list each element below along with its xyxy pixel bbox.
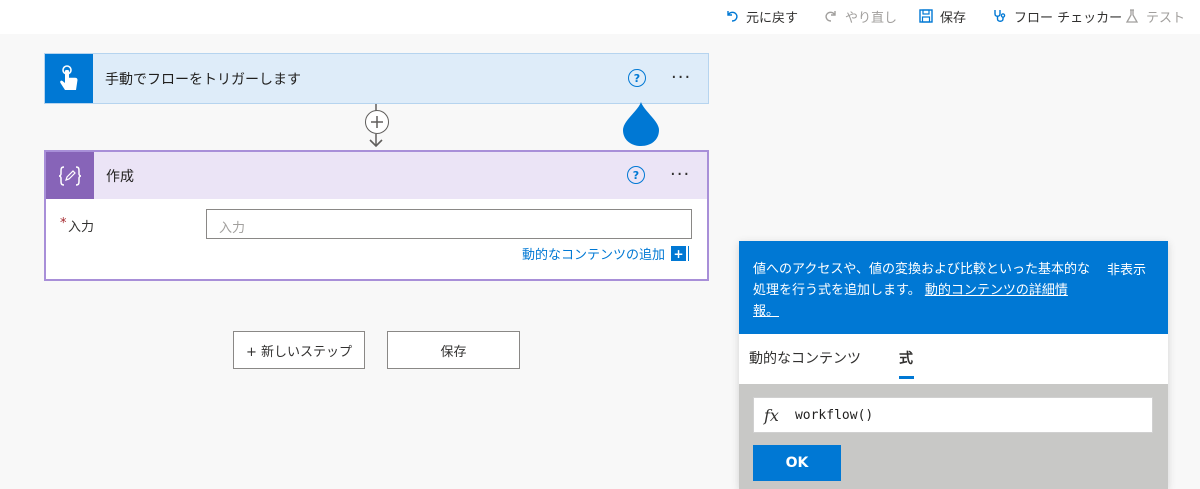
compose-card[interactable]: 作成 ? ··· * 入力 入力 動的なコンテンツの追加 + <box>44 150 709 281</box>
insert-step-button[interactable] <box>365 110 389 134</box>
hide-panel-button[interactable]: 非表示 <box>1107 259 1146 278</box>
trigger-title: 手動でフローをトリガーします <box>105 71 301 88</box>
undo-label: 元に戻す <box>746 10 799 26</box>
save-icon <box>919 9 933 23</box>
trigger-more-icon[interactable]: ··· <box>671 69 691 87</box>
input-label: 入力 <box>68 220 95 235</box>
panel-description: 値へのアクセスや、値の変換および比較といった基本的な処理を行う式を追加します。 … <box>753 259 1093 322</box>
expression-panel: 値へのアクセスや、値の変換および比較といった基本的な処理を行う式を追加します。 … <box>739 241 1168 489</box>
compose-icon-tile <box>46 152 94 199</box>
expression-editor-area: fx workflow() OK <box>739 384 1168 489</box>
input-field[interactable]: 入力 <box>206 209 692 239</box>
new-step-button[interactable]: + 新しいステップ <box>233 331 365 369</box>
redo-icon <box>825 11 836 22</box>
flask-icon <box>1125 9 1139 23</box>
redo-button[interactable]: やり直し <box>823 6 897 26</box>
fx-icon: fx <box>764 405 779 425</box>
trigger-icon-tile <box>45 54 93 103</box>
test-button[interactable]: テスト <box>1124 6 1185 26</box>
touch-icon <box>60 64 78 90</box>
command-bar: 元に戻す やり直し 保存 フロー チェッカー テスト <box>0 0 1200 34</box>
compose-icon <box>58 165 82 186</box>
test-label: テスト <box>1146 10 1186 26</box>
compose-card-header[interactable]: 作成 <box>46 152 707 199</box>
tab-expression[interactable]: 式 <box>899 348 913 368</box>
panel-header: 値へのアクセスや、値の変換および比較といった基本的な処理を行う式を追加します。 … <box>739 241 1168 334</box>
stethoscope-icon <box>994 10 1006 22</box>
compose-more-icon[interactable]: ··· <box>670 166 690 184</box>
ok-button[interactable]: OK <box>753 445 841 481</box>
flow-checker-button[interactable]: フロー チェッカー <box>992 6 1122 26</box>
flow-checker-label: フロー チェッカー <box>1014 10 1123 26</box>
save-command-label: 保存 <box>940 10 967 26</box>
required-mark: * <box>60 216 67 231</box>
panel-tabs: 動的なコンテンツ 式 <box>739 334 1168 384</box>
tab-dynamic-content[interactable]: 動的なコンテンツ <box>749 348 861 368</box>
trigger-card[interactable]: 手動でフローをトリガーします ? ··· <box>44 53 709 104</box>
trigger-card-header[interactable]: 手動でフローをトリガーします <box>45 54 708 103</box>
compose-help-icon[interactable]: ? <box>627 166 645 184</box>
save-button[interactable]: 保存 <box>387 331 520 369</box>
add-dynamic-content-label: 動的なコンテンツの追加 <box>522 248 666 263</box>
drop-marker-icon <box>623 102 659 146</box>
undo-button[interactable]: 元に戻す <box>724 6 798 26</box>
compose-title: 作成 <box>106 168 134 185</box>
save-command-button[interactable]: 保存 <box>918 6 966 26</box>
add-dynamic-content-link[interactable]: 動的なコンテンツの追加 + <box>522 244 687 263</box>
expression-input[interactable]: fx workflow() <box>753 397 1153 433</box>
redo-label: やり直し <box>845 10 898 26</box>
undo-icon <box>727 11 738 22</box>
add-dynamic-icon: + <box>671 246 687 261</box>
input-placeholder: 入力 <box>219 221 246 236</box>
trigger-help-icon[interactable]: ? <box>628 69 646 87</box>
expression-value: workflow() <box>794 407 874 423</box>
plus-icon <box>371 116 383 128</box>
active-tab-indicator <box>899 376 914 379</box>
